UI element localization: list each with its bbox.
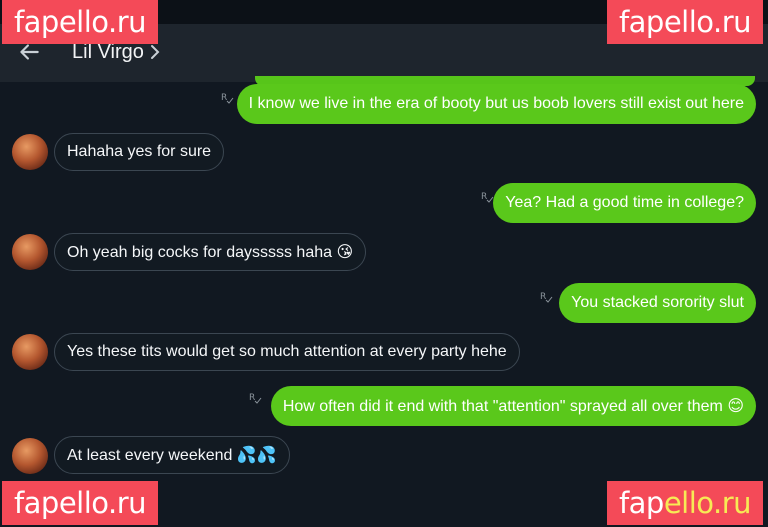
watermark-top-right: fapello.ru bbox=[607, 0, 763, 44]
smile-emoji-icon: 😊 bbox=[727, 396, 744, 415]
watermark-top-left: fapello.ru bbox=[2, 0, 158, 44]
svg-text:R: R bbox=[540, 292, 546, 302]
svg-text:R: R bbox=[481, 192, 487, 202]
avatar[interactable] bbox=[12, 334, 48, 370]
incoming-message[interactable]: Hahaha yes for sure bbox=[54, 133, 225, 171]
outgoing-message[interactable]: You stacked sorority slut bbox=[559, 283, 756, 323]
read-receipt-icon: R bbox=[249, 393, 262, 404]
outgoing-message[interactable]: Yea? Had a good time in college? bbox=[493, 183, 756, 223]
watermark-bottom-left: fapello.ru bbox=[2, 481, 158, 525]
avatar[interactable] bbox=[12, 134, 48, 170]
chevron-right-icon[interactable] bbox=[150, 44, 160, 60]
kiss-emoji-icon: 😘 bbox=[336, 242, 354, 261]
svg-text:R: R bbox=[221, 93, 227, 103]
incoming-message[interactable]: At least every weekend 💦💦 bbox=[54, 436, 290, 474]
read-receipt-icon: R bbox=[540, 292, 553, 303]
watermark-bottom-right: fapello.ru bbox=[607, 481, 763, 525]
sweat-droplets-emoji-icon: 💦💦 bbox=[236, 445, 277, 464]
read-receipt-icon: R bbox=[481, 192, 494, 203]
svg-text:R: R bbox=[249, 393, 255, 403]
avatar[interactable] bbox=[12, 438, 48, 474]
outgoing-message[interactable]: I know we live in the era of booty but u… bbox=[236, 84, 756, 124]
read-receipt-icon: R bbox=[221, 93, 234, 104]
avatar[interactable] bbox=[12, 234, 48, 270]
outgoing-message[interactable]: How often did it end with that "attentio… bbox=[270, 386, 756, 426]
incoming-message[interactable]: Oh yeah big cocks for daysssss haha 😘 bbox=[54, 233, 367, 271]
incoming-message[interactable]: Yes these tits would get so much attenti… bbox=[54, 333, 520, 371]
